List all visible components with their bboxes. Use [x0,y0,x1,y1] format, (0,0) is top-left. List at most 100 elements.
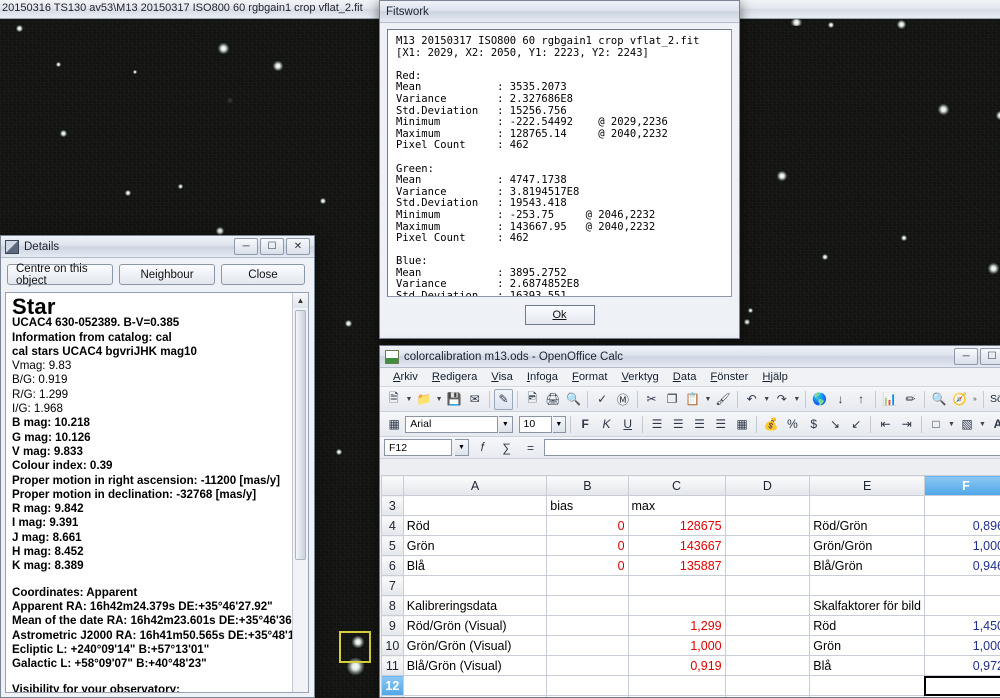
row-header-12[interactable]: 12 [381,675,404,696]
row-header-10[interactable]: 10 [381,635,404,656]
menu-item-hjälp[interactable]: Hjälp [755,371,795,383]
cell-B7[interactable] [546,575,629,596]
cell-F9[interactable]: 1,450 [923,615,1000,636]
chevron-down-icon[interactable]: ▼ [762,396,770,403]
clone-formatting-icon[interactable]: 🖌 [713,389,733,410]
find-replace-icon[interactable]: 🔍 [929,389,949,410]
cell-D10[interactable] [724,635,811,656]
cell-A7[interactable] [402,575,548,596]
cell-B10[interactable] [546,635,629,656]
cell-C12[interactable] [627,675,726,696]
cell-D9[interactable] [724,615,811,636]
spreadsheet-grid[interactable]: ABCDEF 3biasmax4Röd0128675Röd/Grön0,8965… [381,475,1000,697]
cell-A6[interactable]: Blå [402,555,548,576]
print-icon[interactable]: 🖨 [543,389,563,410]
cell-C13[interactable]: Bättre värde [627,695,726,697]
autospellcheck-icon[interactable]: Ⓜ [613,389,633,410]
table-row[interactable]: 7 [381,575,1000,596]
decrease-indent-icon[interactable]: ⇤ [875,414,895,435]
maximize-icon[interactable]: ☐ [260,238,284,255]
sort-ascending-icon[interactable]: ↓ [831,389,851,410]
cell-F8[interactable] [923,595,1000,616]
table-row[interactable]: 9Röd/Grön (Visual) 1,299 Röd1,450 [381,615,1000,636]
row-header-13[interactable]: 13 [381,695,404,697]
cell-B11[interactable] [546,655,629,676]
minimize-icon[interactable]: ─ [234,238,258,255]
new-document-icon[interactable]: 🗎 [384,389,404,410]
bold-button[interactable]: F [575,414,595,435]
cell-F6[interactable]: 0,946 [923,555,1000,576]
table-row[interactable]: 5Grön0143667 Grön/Grön1,000 [381,535,1000,556]
maximize-icon[interactable]: ☐ [980,348,1000,365]
cell-D8[interactable] [724,595,811,616]
column-header-C[interactable]: C [627,475,726,496]
background-color-icon[interactable]: ▧ [957,414,977,435]
send-email-icon[interactable]: ✉ [465,389,485,410]
menu-item-visa[interactable]: Visa [484,371,520,383]
function-equals-icon[interactable]: = [520,437,541,458]
sort-descending-icon[interactable]: ↑ [851,389,871,410]
borders-icon[interactable]: □ [926,414,946,435]
cell-E4[interactable]: Röd/Grön [809,515,925,536]
scroll-up-icon[interactable]: ▲ [293,293,308,308]
table-row[interactable]: 10Grön/Grön (Visual)1,000Grön1,000 [381,635,1000,656]
cell-F3[interactable] [923,495,1000,516]
cut-icon[interactable]: ✂ [642,389,662,410]
cell-F4[interactable]: 0,896 [923,515,1000,536]
table-row[interactable]: 3 bias max [381,495,1000,516]
cell-B8[interactable] [546,595,629,616]
menu-item-format[interactable]: Format [565,371,614,383]
cell-E6[interactable]: Blå/Grön [809,555,925,576]
column-header-B[interactable]: B [546,475,629,496]
cell-E13[interactable] [809,695,925,697]
font-size-dropdown-icon[interactable]: ▼ [552,415,567,433]
cell-C9[interactable]: 1,299 [627,615,726,636]
chevron-down-icon[interactable]: ▼ [405,396,413,403]
details-scrollbar[interactable]: ▲ [292,293,308,692]
font-size-input[interactable]: 10 [518,415,552,433]
font-name-dropdown-icon[interactable]: ▼ [499,415,513,433]
cell-A13[interactable]: Ursprunglig gain [402,695,548,697]
cell-F12[interactable] [923,675,1000,696]
italic-button[interactable]: K [596,414,616,435]
centre-on-object-button[interactable]: Centre on this object [7,263,113,287]
table-row[interactable]: 12 [381,675,1000,696]
cell-E3[interactable] [809,495,925,516]
cell-E8[interactable]: Skalfaktorer för bild [809,595,925,616]
formula-input-line[interactable] [544,439,1000,456]
menu-item-arkiv[interactable]: Arkiv [386,371,425,383]
name-box-dropdown-icon[interactable]: ▼ [455,439,469,456]
cell-B3[interactable]: bias [546,495,629,516]
row-header-4[interactable]: 4 [381,515,404,536]
delete-decimal-icon[interactable]: ↙ [846,414,866,435]
cell-E10[interactable]: Grön [809,635,925,656]
cell-A4[interactable]: Röd [402,515,548,536]
table-row[interactable]: 4Röd0128675 Röd/Grön0,896 [381,515,1000,536]
cell-A12[interactable] [402,675,548,696]
menu-item-redigera[interactable]: Redigera [425,371,484,383]
chevron-down-icon[interactable]: ▼ [947,421,956,428]
chevron-down-icon[interactable]: ▼ [793,396,801,403]
cell-F7[interactable] [923,575,1000,596]
cell-A8[interactable]: Kalibreringsdata [402,595,548,616]
copy-icon[interactable]: ❐ [662,389,682,410]
font-color-icon[interactable]: A [988,414,1000,435]
cell-E5[interactable]: Grön/Grön [809,535,925,556]
chevron-down-icon[interactable]: ▼ [978,421,987,428]
align-left-icon[interactable]: ☰ [647,414,667,435]
star-selection-box[interactable] [339,631,371,663]
cell-C6[interactable]: 135887 [627,555,726,576]
row-header-7[interactable]: 7 [381,575,404,596]
cell-D6[interactable] [724,555,811,576]
cell-C7[interactable] [627,575,726,596]
cell-D3[interactable] [724,495,811,516]
cell-A5[interactable]: Grön [402,535,548,556]
redo-icon[interactable]: ↷ [772,389,792,410]
edit-file-icon[interactable]: ✎ [493,388,514,410]
styles-icon[interactable]: ▦ [384,414,404,435]
insert-chart-icon[interactable]: 📊 [880,389,900,410]
minimize-icon[interactable]: ─ [954,348,978,365]
column-header-F[interactable]: F [923,475,1000,496]
cell-D11[interactable] [724,655,811,676]
cell-C8[interactable] [627,595,726,616]
